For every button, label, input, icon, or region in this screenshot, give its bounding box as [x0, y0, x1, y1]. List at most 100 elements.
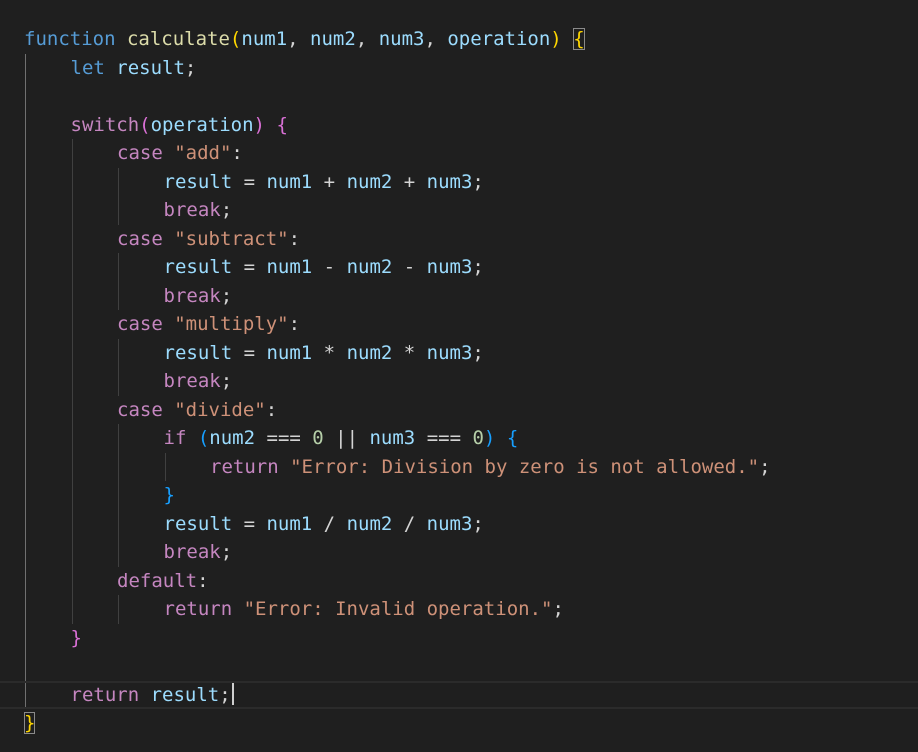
code-token: ; [759, 455, 771, 478]
code-token: result [163, 170, 233, 193]
code-token: || [323, 427, 370, 449]
code-line[interactable]: let result; [0, 54, 918, 83]
code-token: "subtract" [174, 227, 289, 250]
code-token: num3 [369, 427, 416, 449]
code-token: num1 [266, 256, 313, 278]
code-line[interactable]: default: [0, 567, 918, 596]
code-token: * [312, 341, 347, 364]
code-token: ( [139, 113, 151, 136]
code-token: num3 [426, 341, 473, 364]
code-token: return [163, 598, 233, 620]
code-line[interactable]: case "add": [0, 139, 918, 168]
code-line[interactable]: case "divide": [0, 396, 918, 425]
code-token: num1 [241, 28, 288, 50]
code-token: num2 [209, 427, 256, 449]
code-line[interactable]: break; [0, 367, 918, 396]
code-token: let [70, 56, 105, 79]
code-token: num2 [346, 341, 393, 364]
code-line[interactable]: result = num1 * num2 * num3; [0, 339, 918, 368]
code-line[interactable]: switch(operation) { [0, 111, 918, 140]
code-token: ; [219, 683, 231, 706]
code-token: ; [472, 256, 484, 278]
code-line[interactable]: } [0, 624, 918, 653]
code-line[interactable]: return "Error: Division by zero is not a… [0, 453, 918, 482]
code-token: = [232, 512, 267, 535]
code-token: case [117, 398, 163, 421]
code-line[interactable]: case "multiply": [0, 310, 918, 339]
code-token: case [117, 227, 163, 250]
code-line[interactable]: break; [0, 538, 918, 567]
code-token: : [231, 142, 243, 164]
code-token: ; [184, 56, 197, 79]
code-token: : [197, 569, 209, 592]
code-token: : [288, 227, 301, 250]
code-token: ; [472, 341, 484, 364]
code-token: break [163, 541, 221, 563]
code-line[interactable]: return result; [0, 680, 918, 709]
code-token: ; [552, 598, 564, 620]
code-token: = [232, 256, 267, 278]
code-token: result [163, 512, 233, 535]
code-token: ; [220, 541, 233, 563]
code-line[interactable]: break; [0, 282, 918, 311]
code-line[interactable]: function calculate(num1, num2, num3, ope… [0, 25, 918, 54]
code-token: } [70, 626, 82, 649]
code-token: , [355, 28, 379, 50]
code-token: default [117, 569, 198, 592]
code-token: result [116, 56, 185, 79]
code-token: = [232, 170, 267, 193]
code-line[interactable]: case "subtract": [0, 225, 918, 254]
code-token: num1 [266, 170, 313, 193]
code-token: ; [472, 170, 484, 193]
code-token: { [276, 113, 288, 136]
code-token: operation [150, 113, 254, 136]
code-token: switch [70, 113, 140, 136]
code-token: ( [229, 28, 242, 50]
code-token: return [70, 683, 140, 706]
code-line[interactable] [0, 82, 918, 111]
code-token: === [415, 427, 473, 449]
code-token: , [287, 28, 311, 50]
code-token: result [163, 256, 233, 278]
code-line[interactable] [0, 652, 918, 681]
code-line[interactable]: result = num1 + num2 + num3; [0, 168, 918, 197]
code-token: ) [483, 427, 496, 449]
code-token: "multiply" [174, 313, 289, 335]
code-token: , [424, 28, 448, 50]
code-line[interactable]: if (num2 === 0 || num3 === 0) { [0, 424, 918, 453]
code-token: case [117, 313, 163, 335]
code-token: / [312, 512, 347, 535]
code-token: "divide" [174, 398, 266, 421]
code-token: if [163, 427, 187, 449]
code-token: === [255, 427, 313, 449]
code-line[interactable]: return "Error: Invalid operation."; [0, 595, 918, 624]
code-line[interactable]: break; [0, 196, 918, 225]
code-token: : [288, 313, 301, 335]
code-token: num2 [346, 512, 393, 535]
code-token: 0 [472, 427, 484, 449]
code-line[interactable]: } [0, 481, 918, 510]
code-line[interactable]: result = num1 - num2 - num3; [0, 253, 918, 282]
code-token: break [163, 199, 221, 221]
code-token: 0 [312, 427, 324, 449]
code-token: } [163, 484, 175, 506]
text-cursor [231, 682, 234, 705]
code-editor[interactable]: function calculate(num1, num2, num3, ope… [0, 0, 918, 752]
code-token: { [573, 28, 585, 50]
code-token: : [265, 398, 278, 421]
code-token: - [392, 256, 427, 278]
code-token: ; [220, 370, 233, 392]
code-token: ; [220, 199, 233, 221]
code-line[interactable]: } [0, 709, 918, 738]
code-line[interactable]: result = num1 / num2 / num3; [0, 510, 918, 539]
code-token: = [232, 341, 267, 364]
code-token: result [163, 341, 233, 364]
code-token: operation [447, 28, 551, 50]
code-token: num3 [426, 512, 473, 535]
